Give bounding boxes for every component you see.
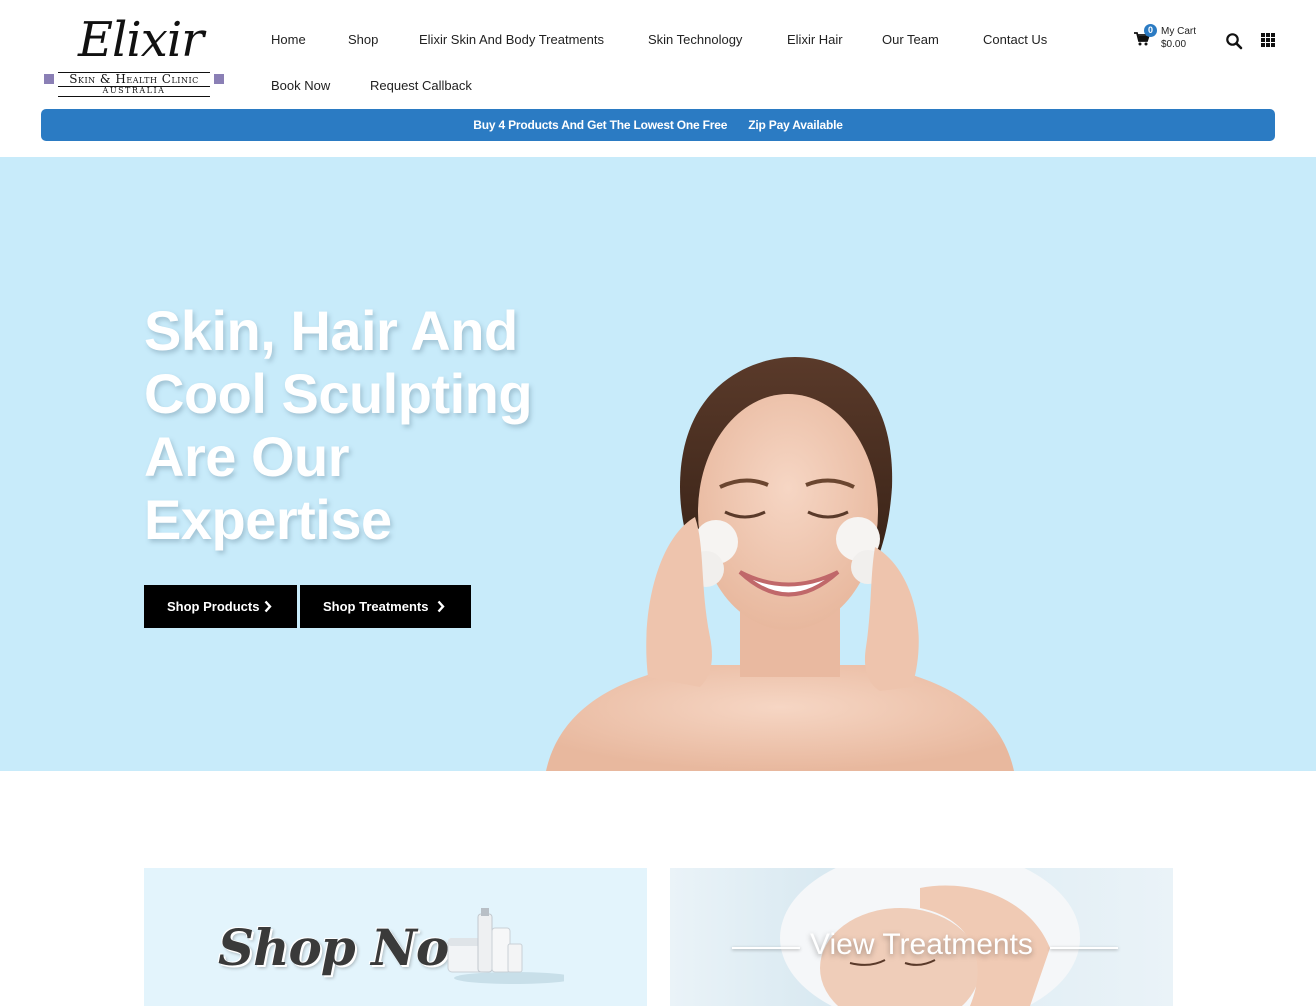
- view-treatments-card[interactable]: View Treatments: [670, 868, 1173, 1006]
- shop-treatments-button[interactable]: Shop Treatments: [300, 585, 471, 628]
- product-bottles-image: [447, 908, 564, 984]
- view-treatments-title: View Treatments: [810, 928, 1033, 961]
- logo-clinic-name: Skin & Health Clinic: [69, 72, 199, 86]
- nav-item-treatments[interactable]: Elixir Skin And Body Treatments: [419, 32, 604, 47]
- cart-total: $0.00: [1161, 39, 1187, 50]
- shop-now-card[interactable]: Shop Now: [144, 868, 647, 1006]
- chevron-right-icon: [264, 600, 272, 613]
- search-icon[interactable]: [1225, 32, 1243, 50]
- shop-products-label: Shop Products: [167, 599, 260, 614]
- logo-country: AUSTRALIA: [102, 86, 166, 95]
- logo-rule: [58, 96, 210, 97]
- nav-item-skin-technology[interactable]: Skin Technology: [648, 32, 742, 47]
- nav-item-contact-us[interactable]: Contact Us: [983, 32, 1047, 47]
- promo-offer-text[interactable]: Buy 4 Products And Get The Lowest One Fr…: [473, 109, 727, 141]
- nav-item-request-callback[interactable]: Request Callback: [370, 78, 472, 93]
- shop-products-button[interactable]: Shop Products: [144, 585, 297, 628]
- nav-item-our-team[interactable]: Our Team: [882, 32, 939, 47]
- mini-cart[interactable]: 0 My Cart $0.00: [1134, 24, 1214, 54]
- site-header: Elixir Skin & Health Clinic AUSTRALIA Ho…: [0, 0, 1316, 157]
- logo-square-right: [214, 74, 224, 84]
- nav-item-home[interactable]: Home: [271, 32, 306, 47]
- hero-banner: Skin, Hair And Cool Sculpting Are Our Ex…: [0, 157, 1316, 771]
- nav-item-shop[interactable]: Shop: [348, 32, 378, 47]
- cart-label: My Cart: [1161, 26, 1196, 37]
- nav-item-elixir-hair[interactable]: Elixir Hair: [787, 32, 843, 47]
- grid-menu-icon[interactable]: [1260, 32, 1276, 48]
- chevron-right-icon: [437, 600, 445, 613]
- logo-square-left: [44, 74, 54, 84]
- decorative-line: [1050, 947, 1118, 949]
- hero-heading: Skin, Hair And Cool Sculpting Are Our Ex…: [144, 299, 533, 551]
- promo-bar: Buy 4 Products And Get The Lowest One Fr…: [41, 109, 1275, 141]
- shop-treatments-label: Shop Treatments: [323, 599, 429, 614]
- hero-woman-image: [546, 357, 1014, 771]
- site-logo[interactable]: Elixir Skin & Health Clinic AUSTRALIA: [42, 12, 226, 98]
- cart-count-badge: 0: [1144, 24, 1157, 37]
- promo-payment-text[interactable]: Zip Pay Available: [748, 109, 843, 141]
- nav-item-book-now[interactable]: Book Now: [271, 78, 330, 93]
- logo-wordmark: Elixir: [78, 12, 204, 68]
